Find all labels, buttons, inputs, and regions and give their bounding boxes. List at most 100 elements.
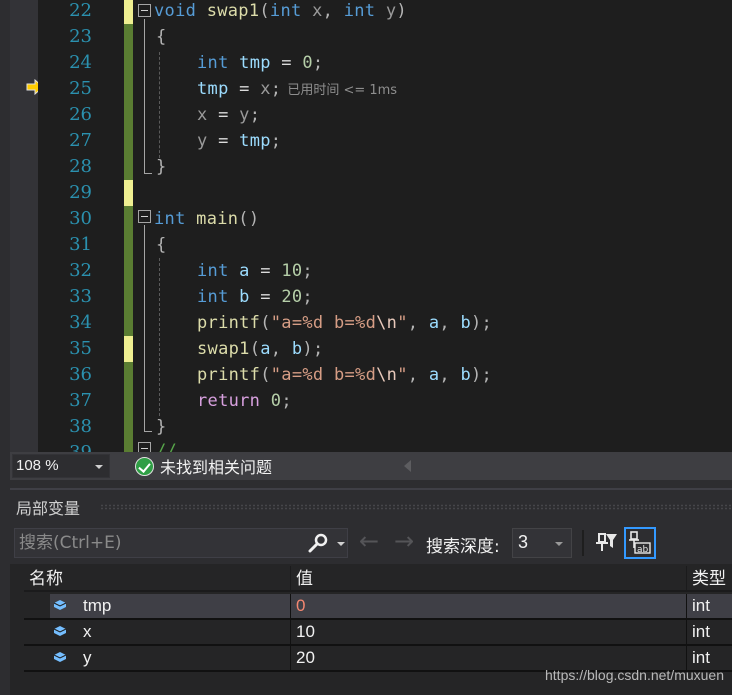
token-punct: ,	[270, 339, 292, 359]
token-string: "a=%d b=%d	[270, 365, 377, 385]
token-variable: b	[291, 339, 303, 359]
search-previous-arrow-icon[interactable]: ←	[357, 529, 381, 554]
search-box[interactable]	[14, 528, 348, 558]
search-options-chevron-icon[interactable]	[337, 542, 345, 546]
token-punct: ,	[439, 365, 461, 385]
show-raw-structure-toggle-icon[interactable]: ab	[624, 527, 656, 559]
editor-status-bar: 108 % 未找到相关问题	[10, 452, 732, 480]
token-variable: a	[260, 339, 271, 359]
token-operator: =	[249, 287, 282, 307]
token-keyword: return	[197, 391, 261, 411]
column-header-name[interactable]: 名称	[24, 566, 290, 592]
code-text-area[interactable]: void swap1(int x, int y) { int tmp = 0; …	[135, 0, 732, 452]
token-number: 20	[281, 287, 303, 307]
token-punct: ,	[407, 313, 429, 333]
collapse-main-icon[interactable]	[138, 210, 151, 223]
collapse-comment-icon[interactable]	[138, 442, 151, 452]
token-param: x	[260, 79, 271, 99]
change-marker-saved	[124, 24, 133, 50]
search-input[interactable]	[15, 529, 305, 557]
search-icon[interactable]	[307, 533, 329, 553]
token-variable: a	[428, 313, 440, 333]
locals-row-x[interactable]: x 10 int	[24, 620, 732, 646]
column-header-type[interactable]: 类型	[686, 566, 732, 592]
token-param: y	[197, 131, 208, 151]
code-line-30: int main()	[154, 206, 259, 232]
code-line-37: return 0;	[197, 388, 292, 414]
token-variable: b	[460, 365, 471, 385]
indent-guide	[159, 258, 160, 416]
fold-region-end	[144, 431, 152, 432]
search-next-arrow-icon[interactable]: →	[392, 529, 416, 554]
code-line-26: x = y;	[197, 102, 260, 128]
change-marker-saved	[124, 258, 133, 284]
token-keyword: int	[197, 261, 229, 281]
token-punct: ,	[407, 365, 429, 385]
variable-value[interactable]: 10	[290, 620, 686, 644]
line-number: 22	[69, 0, 92, 21]
token-function: main	[196, 209, 239, 229]
code-line-23: {	[156, 27, 167, 47]
pin-filter-icon[interactable]	[592, 528, 620, 558]
token-punct: (	[260, 313, 271, 333]
token-escape: \n	[376, 313, 398, 333]
token-punct: ;	[249, 105, 261, 125]
line-number: 32	[69, 260, 92, 281]
line-number: 36	[69, 364, 92, 385]
code-editor[interactable]: 22 23 24 25 26 27 28 29 30 31 32 33 34 3…	[0, 0, 732, 452]
token-keyword: int	[343, 1, 376, 21]
change-marker-saved	[124, 102, 133, 128]
indent-guide	[159, 52, 160, 158]
token-punct: ;	[281, 391, 292, 411]
token-keyword: int	[269, 1, 302, 21]
token-punct: );	[471, 365, 493, 385]
token-variable: tmp	[197, 79, 229, 99]
locals-row-tmp[interactable]: tmp 0 int	[24, 594, 732, 620]
token-punct: ;	[270, 79, 282, 99]
search-depth-dropdown[interactable]: 3	[512, 528, 572, 558]
token-variable: tmp	[239, 131, 271, 151]
column-header-value[interactable]: 值	[290, 566, 686, 592]
change-marker-saved	[124, 362, 133, 388]
variable-value[interactable]: 0	[290, 594, 686, 618]
token-function: swap1	[197, 339, 250, 359]
perf-tip[interactable]: 已用时间 <= 1ms	[287, 83, 397, 98]
issues-text: 未找到相关问题	[160, 458, 273, 477]
title-bar-grip[interactable]	[100, 504, 732, 510]
token-punct: ;	[312, 53, 324, 73]
token-keyword: int	[197, 287, 229, 307]
watermark: https://blog.csdn.net/muxuen	[545, 667, 724, 683]
code-line-24: int tmp = 0;	[197, 50, 323, 76]
line-number: 27	[69, 130, 92, 151]
token-param: y	[239, 105, 250, 125]
code-line-31: {	[156, 235, 167, 255]
change-marker-saved	[124, 232, 133, 258]
token-operator: =	[249, 261, 282, 281]
change-marker-saved	[124, 310, 133, 336]
token-param: y	[385, 1, 397, 21]
svg-text:ab: ab	[637, 545, 649, 555]
locals-title-bar[interactable]: 局部变量	[10, 490, 732, 520]
code-line-35: swap1(a, b);	[197, 336, 323, 362]
zoom-level-dropdown[interactable]: 108 %	[12, 454, 110, 478]
locals-window: 局部变量 ← → 搜索深度: 3	[10, 488, 732, 695]
scroll-left-arrow-icon[interactable]	[404, 460, 411, 472]
change-marker-saved	[124, 440, 133, 452]
issues-indicator[interactable]: 未找到相关问题	[135, 455, 272, 477]
variable-type: int	[686, 594, 732, 618]
token-escape: \n	[376, 365, 398, 385]
search-depth-label: 搜索深度:	[426, 537, 500, 557]
change-marker-saved	[124, 414, 133, 440]
locals-title: 局部变量	[16, 499, 81, 518]
chevron-down-icon	[555, 542, 563, 546]
code-line-38: }	[156, 417, 167, 437]
zoom-level-value: 108 %	[16, 457, 59, 474]
local-variable-icon	[53, 600, 67, 610]
local-variable-icon	[53, 652, 67, 662]
code-line-28: }	[156, 157, 167, 177]
collapse-swap1-icon[interactable]	[138, 4, 151, 17]
token-punct: (	[259, 1, 270, 21]
token-param: x	[197, 105, 208, 125]
token-punct: )	[396, 1, 407, 21]
variable-name: x	[83, 622, 92, 641]
